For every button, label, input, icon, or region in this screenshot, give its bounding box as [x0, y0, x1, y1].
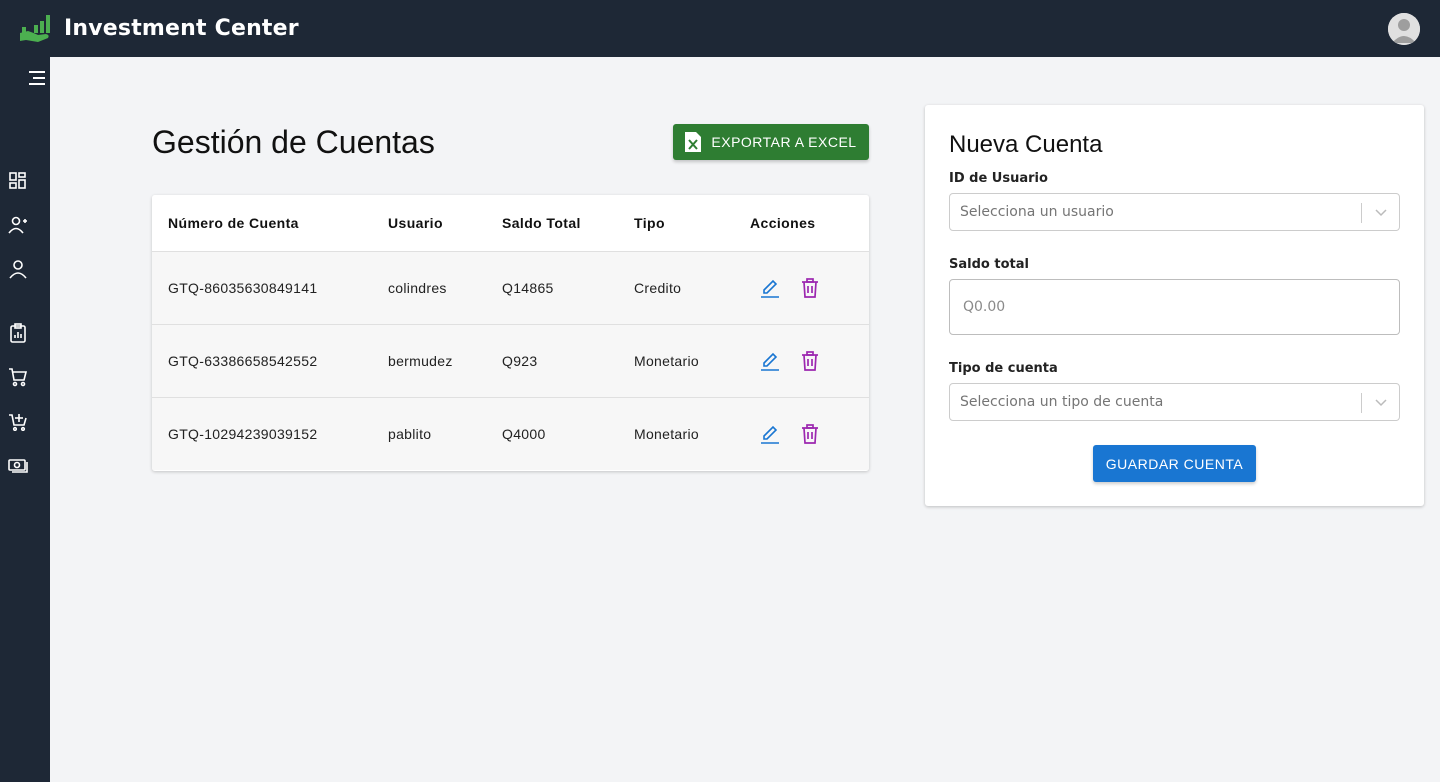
user-id-placeholder: Selecciona un usuario — [960, 204, 1114, 220]
cell-acciones — [734, 397, 869, 470]
header-tipo[interactable]: Tipo — [618, 195, 734, 252]
export-excel-button[interactable]: EXPORTAR A EXCEL — [673, 124, 869, 160]
table-row: GTQ-10294239039152 pablito Q4000 Monetar… — [152, 397, 869, 470]
menu-icon[interactable] — [27, 68, 47, 88]
accounts-table: Número de Cuenta Usuario Saldo Total Tip… — [152, 195, 869, 471]
header-usuario[interactable]: Usuario — [372, 195, 486, 252]
save-account-button[interactable]: GUARDAR CUENTA — [1093, 445, 1256, 482]
add-user-icon[interactable] — [8, 215, 28, 235]
cell-tipo: Monetario — [618, 324, 734, 398]
cell-tipo: Monetario — [618, 397, 734, 470]
clipboard-report-icon[interactable] — [8, 323, 28, 343]
select-separator — [1361, 203, 1362, 223]
account-type-label: Tipo de cuenta — [949, 361, 1058, 376]
page-title: Gestión de Cuentas — [152, 124, 435, 160]
user-avatar-icon[interactable] — [1388, 13, 1420, 45]
cell-acciones — [734, 251, 869, 325]
table-row: GTQ-86035630849141 colindres Q14865 Cred… — [152, 251, 869, 325]
cell-usuario: pablito — [372, 397, 486, 470]
cell-usuario: colindres — [372, 251, 486, 325]
delete-icon[interactable] — [800, 277, 820, 298]
header-saldo-total[interactable]: Saldo Total — [486, 195, 618, 252]
investment-logo-icon — [20, 13, 52, 45]
sidebar — [0, 57, 50, 782]
cell-saldo: Q923 — [486, 324, 618, 398]
user-icon[interactable] — [8, 259, 28, 279]
user-id-select[interactable]: Selecciona un usuario — [949, 193, 1400, 231]
top-bar: Investment Center — [0, 0, 1440, 57]
delete-icon[interactable] — [800, 350, 820, 371]
table-row: GTQ-63386658542552 bermudez Q923 Monetar… — [152, 324, 869, 398]
export-excel-label: EXPORTAR A EXCEL — [711, 134, 857, 150]
edit-icon[interactable] — [760, 351, 780, 371]
header-numero-cuenta[interactable]: Número de Cuenta — [152, 195, 372, 252]
add-cart-icon[interactable] — [8, 411, 28, 431]
shopping-cart-icon[interactable] — [8, 367, 28, 387]
cell-acciones — [734, 324, 869, 398]
chevron-down-icon[interactable] — [1373, 204, 1389, 220]
balance-input[interactable] — [949, 279, 1400, 335]
account-type-select[interactable]: Selecciona un tipo de cuenta — [949, 383, 1400, 421]
form-title: Nueva Cuenta — [949, 131, 1103, 158]
cell-numero-cuenta: GTQ-86035630849141 — [152, 251, 372, 325]
account-type-placeholder: Selecciona un tipo de cuenta — [960, 394, 1164, 410]
cell-numero-cuenta: GTQ-10294239039152 — [152, 397, 372, 470]
select-separator — [1361, 393, 1362, 413]
edit-icon[interactable] — [760, 278, 780, 298]
cell-numero-cuenta: GTQ-63386658542552 — [152, 324, 372, 398]
table-header-row: Número de Cuenta Usuario Saldo Total Tip… — [152, 195, 869, 252]
edit-icon[interactable] — [760, 424, 780, 444]
user-id-label: ID de Usuario — [949, 171, 1048, 186]
new-account-form: Nueva Cuenta ID de Usuario Selecciona un… — [925, 105, 1424, 506]
balance-label: Saldo total — [949, 257, 1029, 272]
cell-saldo: Q4000 — [486, 397, 618, 470]
cell-usuario: bermudez — [372, 324, 486, 398]
delete-icon[interactable] — [800, 423, 820, 444]
app-title: Investment Center — [64, 16, 299, 41]
cell-tipo: Credito — [618, 251, 734, 325]
chevron-down-icon[interactable] — [1373, 394, 1389, 410]
header-acciones: Acciones — [734, 195, 869, 252]
cell-saldo: Q14865 — [486, 251, 618, 325]
dashboard-icon[interactable] — [8, 171, 28, 191]
excel-file-icon — [685, 132, 702, 152]
money-icon[interactable] — [8, 455, 28, 475]
